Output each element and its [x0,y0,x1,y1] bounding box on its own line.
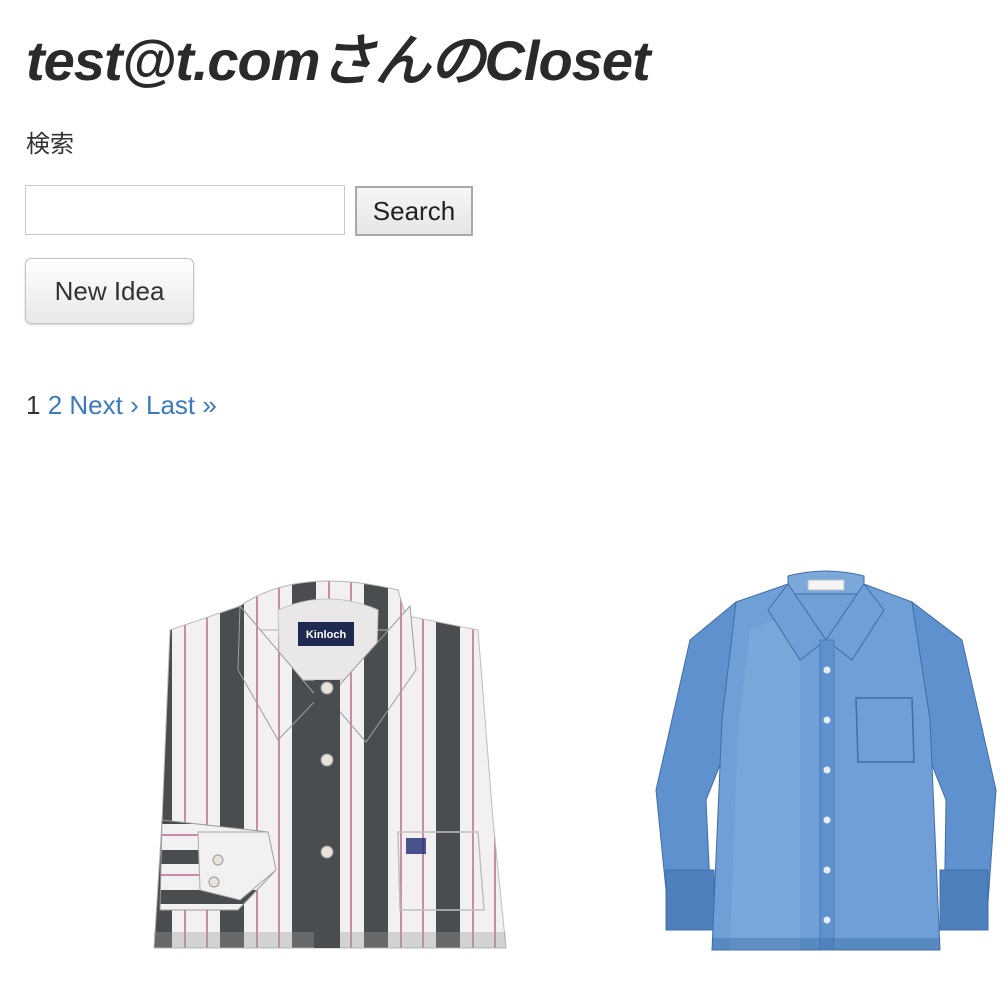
search-label: 検索 [26,131,74,158]
search-button[interactable]: Search [355,186,473,236]
blue-oxford-shirt-image [655,570,997,951]
page-title: test@t.comさんのCloset [26,29,651,92]
brand-label: Kinloch [306,629,347,641]
striped-shirt-image: Kinloch [153,580,507,949]
closet-item-striped-shirt[interactable]: Kinloch [148,570,510,960]
pagination: 1 2 Next › Last » [26,389,217,421]
pagination-last-link[interactable]: Last » [146,390,217,420]
closet-page: test@t.comさんのCloset 検索 Search New Idea 1… [0,0,1006,993]
pagination-next-link[interactable]: Next › [69,390,138,420]
pagination-page-2-link[interactable]: 2 [48,390,62,420]
closet-item-blue-shirt[interactable] [650,570,1002,960]
new-idea-button[interactable]: New Idea [25,258,194,324]
pagination-current-page: 1 [26,390,41,420]
search-input[interactable] [25,185,345,235]
